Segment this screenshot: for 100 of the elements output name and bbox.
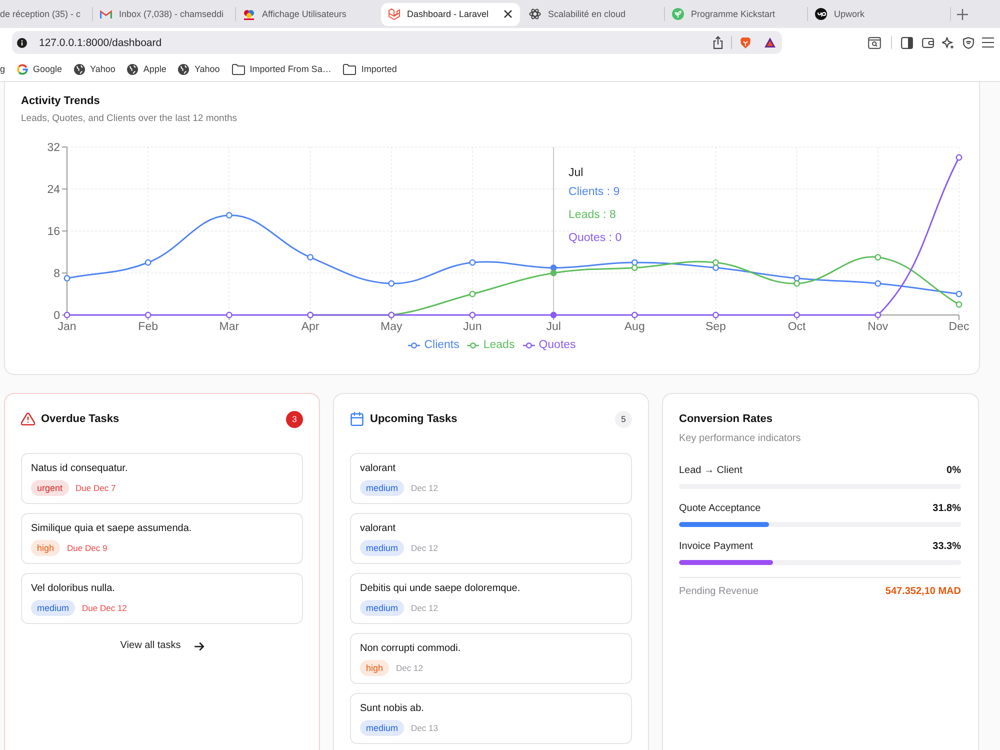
card-title: Activity Trends: [21, 94, 100, 108]
axis-label: Aug: [624, 321, 645, 333]
card-subtitle: Leads, Quotes, and Clients over the last 12 months: [21, 113, 237, 125]
share-icon[interactable]: [713, 36, 723, 49]
task-card[interactable]: Vel doloribus nulla. medium Due Dec 12: [21, 573, 303, 624]
task-card[interactable]: Non corrupti commodi. high Dec 12: [350, 633, 632, 684]
globe-icon: [127, 64, 138, 74]
info-icon[interactable]: [17, 38, 27, 48]
axis-label: May: [380, 321, 402, 333]
task-card[interactable]: Sunt nobis ab. medium Dec 13: [350, 693, 632, 744]
due-date: Due Dec 9: [67, 543, 108, 553]
data-point: [794, 312, 800, 318]
priority-tag: high: [31, 540, 60, 556]
axis-label: Jan: [58, 321, 76, 333]
rate-value: 31.8%: [932, 502, 961, 514]
data-point: [712, 312, 719, 318]
data-point: [550, 312, 557, 318]
due-date: Dec 12: [411, 483, 438, 493]
axis-label: Mar: [219, 321, 240, 333]
view-all-link[interactable]: View all tasks: [120, 638, 204, 654]
sparkle-icon[interactable]: [942, 36, 954, 48]
task-title: valorant: [360, 462, 396, 476]
menu-icon[interactable]: [982, 37, 994, 48]
priority-tag: medium: [360, 720, 404, 736]
revenue-label: Pending Revenue: [679, 586, 759, 596]
tooltip-text: Clients : 9: [568, 186, 620, 198]
rate-label: Quote Acceptance: [679, 502, 761, 514]
globe-icon: [74, 64, 86, 74]
axis-label: Dec: [948, 321, 970, 333]
data-point: [64, 275, 70, 282]
tooltip-title: Jul: [568, 167, 584, 179]
task-title: Debitis qui unde saepe doloremque.: [360, 582, 520, 596]
triangle-icon[interactable]: [764, 37, 776, 48]
g-icon: [17, 64, 28, 74]
petals-icon: [243, 8, 255, 20]
task-card[interactable]: Debitis qui unde saepe doloremque. medium Dec 12: [350, 573, 632, 624]
axis-label: 8: [54, 268, 60, 280]
legend-label[interactable]: Quotes: [538, 338, 576, 352]
priority-tag: medium: [360, 540, 404, 556]
axis-label: Sep: [706, 321, 726, 333]
card-title: Overdue Tasks: [41, 412, 120, 426]
task-title: Similique quia et saepe assumenda.: [31, 522, 192, 536]
folder-icon: [232, 64, 245, 74]
browser-tab[interactable]: Upwork: [808, 2, 951, 26]
data-point: [144, 312, 152, 318]
data-point: [631, 312, 638, 318]
task-card[interactable]: Similique quia et saepe assumenda. high Due Dec 9: [21, 513, 303, 564]
axis-label: 16: [47, 226, 60, 238]
axis-label: Jun: [463, 321, 482, 333]
shield-icon[interactable]: [962, 36, 974, 48]
rate-label: Invoice Payment: [679, 540, 753, 552]
data-point: [956, 301, 962, 308]
knot-icon: [529, 8, 541, 20]
axis-label: Jul: [546, 321, 561, 333]
browser-tab[interactable]: Programme Kickstart: [665, 2, 808, 26]
task-title: Non corrupti commodi.: [360, 642, 461, 656]
browser-tab[interactable]: de réception (35) - c: [0, 2, 93, 26]
browser-tab[interactable]: Dashboard - Laravel: [381, 2, 520, 26]
close-icon[interactable]: [504, 10, 512, 18]
browser-tab[interactable]: Scalabilité en cloud: [522, 2, 665, 26]
task-card[interactable]: valorant medium Dec 12: [350, 513, 632, 564]
card-title: Conversion Rates: [679, 412, 773, 427]
due-date: Dec 12: [411, 603, 438, 613]
browser-tab[interactable]: Inbox (7,038) - chamseddi: [93, 2, 236, 26]
data-point: [874, 254, 882, 260]
task-title: Sunt nobis ab.: [360, 702, 424, 716]
bookmark[interactable]: Imported From Sa…: [232, 64, 332, 74]
axis-label: Nov: [868, 321, 888, 333]
bookmark[interactable]: Yahoo: [178, 64, 220, 74]
due-date: Dec 12: [411, 543, 438, 553]
data-point: [144, 259, 152, 266]
browser-tab[interactable]: Affichage Utilisateurs: [236, 2, 379, 26]
arrow-icon: [194, 642, 204, 650]
wallet-icon[interactable]: [922, 37, 934, 48]
rate-label: Lead → Client: [679, 464, 742, 476]
data-point: [874, 280, 882, 287]
due-date: Due Dec 7: [76, 483, 116, 493]
due-date: Dec 12: [396, 663, 423, 673]
data-point: [307, 254, 314, 260]
plus-icon[interactable]: [957, 8, 968, 20]
address-bar[interactable]: 127.0.0.1:8000/dashboard: [12, 31, 782, 54]
revenue-value: 547.352,10 MAD: [885, 586, 961, 596]
task-card[interactable]: Natus id consequatur. urgent Due Dec 7: [21, 453, 303, 504]
axis-label: Feb: [138, 321, 158, 333]
legend-marker-icon: [467, 342, 480, 348]
legend-marker-icon: [522, 342, 535, 348]
card-subtitle: Key performance indicators: [679, 433, 801, 445]
bookmark[interactable]: Yahoo: [74, 64, 116, 74]
globe-icon: [178, 64, 190, 74]
cube-icon: [388, 8, 400, 20]
data-point: [388, 280, 395, 287]
legend-label[interactable]: Clients: [424, 338, 460, 352]
bookmark[interactable]: Apple: [127, 64, 166, 74]
bookmark[interactable]: Imported: [343, 64, 397, 74]
window-search-icon[interactable]: [868, 36, 881, 48]
task-card[interactable]: valorant medium Dec 12: [350, 453, 632, 504]
task-title: valorant: [360, 522, 396, 536]
bookmark[interactable]: g: [0, 64, 6, 74]
sidebar-icon[interactable]: [901, 36, 913, 48]
bookmark[interactable]: Google: [17, 64, 62, 74]
